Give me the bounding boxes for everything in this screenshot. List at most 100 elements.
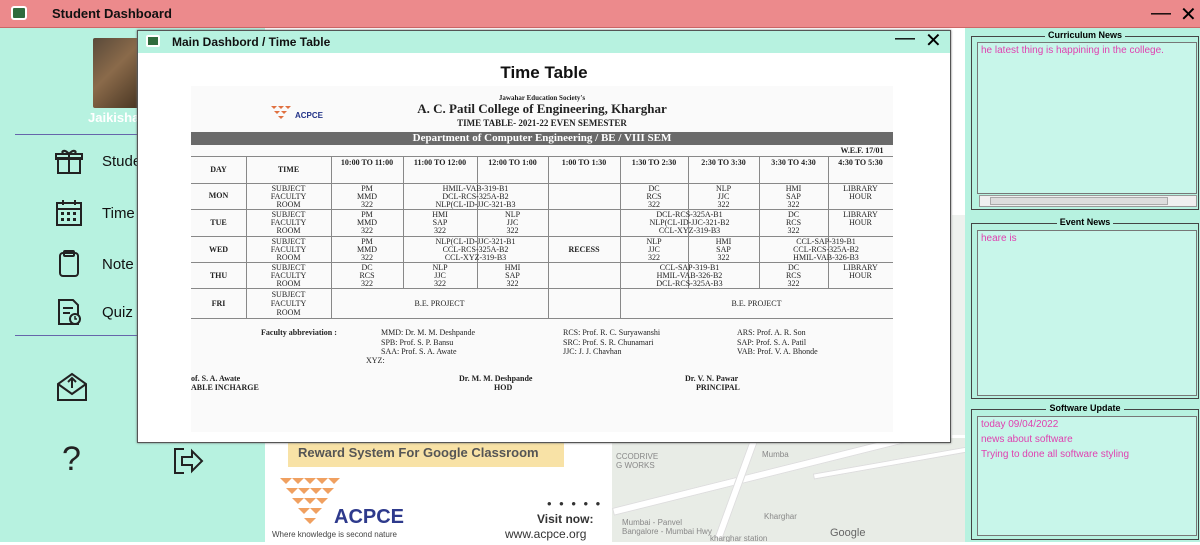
tt-cell: HOUR (849, 271, 872, 280)
sidebar-item-label: Time (102, 204, 135, 222)
visit-label: Visit now: (537, 512, 594, 526)
map-edge (952, 215, 965, 435)
slot-header: 1:00 TO 1:30 (561, 158, 607, 167)
software-update-title: Software Update (1046, 403, 1124, 413)
tt-cell: 322 (361, 226, 373, 235)
department-banner: Department of Computer Engineering / BE … (191, 132, 893, 145)
abbr-item: XYZ: (366, 356, 385, 365)
college-logo: ACPCE (271, 106, 324, 120)
abbr-item: MMD: Dr. M. M. Deshpande (381, 328, 475, 337)
calendar-icon (52, 196, 86, 230)
abbr-item: SPB: Prof. S. P. Bansu (381, 338, 454, 347)
map-label: Kharghar (764, 512, 797, 521)
abbr-item: RCS: Prof. R. C. Suryawanshi (563, 328, 661, 337)
day-label: TUE (210, 218, 227, 227)
curriculum-news-line: he latest thing is happining in the coll… (981, 45, 1164, 56)
tt-cell: B.E. PROJECT (731, 299, 782, 308)
abbr-item: SAP: Prof. S. A. Patil (737, 338, 807, 347)
tt-cell: 322 (648, 253, 660, 262)
abbr-item: SRC: Prof. S. R. Chunamari (563, 338, 654, 347)
abbr-item: SAA: Prof. S. A. Awate (381, 347, 457, 356)
map-label: CCODRIVE G WORKS (616, 452, 659, 470)
dialog-close-button[interactable]: ✕ (925, 28, 942, 53)
acpce-logo: ACPCE Where knowledge is second nature (272, 472, 422, 540)
row-label: ROOM (276, 308, 301, 317)
timetable-dialog: Main Dashbord / Time Table — ✕ Time Tabl… (137, 27, 951, 443)
tt-cell: HMIL-VAB-326-B3 (793, 253, 859, 262)
tt-cell: 322 (787, 226, 800, 235)
tt-cell: 322 (434, 279, 446, 288)
slot-header: 11:00 TO 12:00 (413, 158, 467, 167)
note-icon (52, 247, 86, 281)
tt-cell: HOUR (849, 192, 872, 201)
horizontal-scrollbar[interactable] (979, 195, 1197, 207)
tt-cell: B.E. PROJECT (414, 299, 465, 308)
tt-cell: 322 (434, 226, 446, 235)
sidebar-item-label: Stude (102, 152, 142, 170)
tt-cell: 322 (506, 226, 519, 235)
row-label: ROOM (276, 200, 301, 209)
software-update-line: news about software (981, 434, 1073, 445)
tt-cell: CCL-XYZ-319-B3 (444, 253, 507, 262)
quiz-icon (52, 295, 86, 329)
event-news-title: Event News (1056, 217, 1114, 227)
slot-header: 4:30 TO 5:30 (838, 158, 883, 167)
logout-icon[interactable] (172, 445, 204, 477)
map-label: Mumbai - Panvel Bangalore - Mumbai Hwy (622, 518, 712, 536)
map-label: Mumba (762, 450, 789, 459)
tt-cell: 322 (787, 200, 800, 209)
dots-decoration: • • • • • (547, 496, 603, 511)
window-titlebar: Student Dashboard — ✕ (0, 0, 1200, 28)
dialog-icon (146, 35, 160, 47)
tt-cell: 322 (506, 279, 519, 288)
reward-banner[interactable]: Reward System For Google Classroom (288, 440, 564, 467)
dialog-heading: Time Table (500, 63, 588, 82)
svg-text:ACPCE: ACPCE (295, 111, 324, 120)
software-update-line: Trying to done all software styling (981, 449, 1130, 460)
row-label: ROOM (276, 279, 301, 288)
tt-cell: DCL-RCS-325A-B3 (656, 279, 723, 288)
signatory-role: HOD (494, 383, 513, 392)
mail-icon[interactable] (55, 370, 89, 404)
tt-cell: CCL-XYZ-319-B3 (658, 226, 721, 235)
user-name: Jaikisha (88, 110, 140, 125)
dialog-minimize-button[interactable]: — (895, 27, 915, 50)
row-label: SUBJECT (271, 290, 306, 299)
window-title: Student Dashboard (52, 6, 172, 21)
sidebar-item-label: Quiz (102, 303, 133, 321)
tt-cell: 322 (361, 200, 373, 209)
day-label: MON (208, 191, 229, 200)
software-update-text[interactable]: today 09/04/2022 news about software Try… (977, 416, 1197, 536)
signatory-role: PRINCIPAL (696, 383, 740, 392)
website-link[interactable]: www.acpce.org (505, 527, 586, 541)
day-label: THU (209, 271, 228, 280)
day-header: DAY (210, 165, 227, 174)
close-button[interactable]: ✕ (1180, 2, 1197, 27)
software-update-line: today 09/04/2022 (981, 419, 1059, 430)
tt-cell: NLP(CL-ID-JJC-321-B3 (435, 200, 516, 209)
tt-cell: 322 (787, 279, 800, 288)
event-news-text[interactable]: heare is (977, 230, 1197, 396)
signatory-name: of. S. A. Awate (191, 374, 241, 383)
abbr-item: JJC: J. J. Chavhan (563, 347, 622, 356)
row-label: ROOM (276, 226, 301, 235)
recess-label: RECESS (568, 245, 600, 254)
curriculum-news-text[interactable]: he latest thing is happining in the coll… (977, 42, 1197, 194)
row-label: FACULTY (270, 299, 307, 308)
slot-header: 2:30 TO 3:30 (701, 158, 746, 167)
minimize-button[interactable]: — (1151, 2, 1171, 25)
signatory-name: Dr. M. M. Deshpande (459, 374, 533, 383)
dialog-titlebar: Main Dashbord / Time Table — ✕ (138, 27, 950, 53)
slot-header: 12:00 TO 1:00 (488, 158, 537, 167)
map-view[interactable]: CCODRIVE G WORKS Mumbai - Panvel Bangalo… (612, 438, 965, 542)
time-header: TIME (277, 165, 300, 174)
abbr-item: VAB: Prof. V. A. Bhonde (737, 347, 818, 356)
slot-header: 10:00 TO 11:00 (340, 158, 394, 167)
wef-label: W.E.F. 17/01 (840, 146, 884, 155)
dialog-title: Main Dashbord / Time Table (172, 35, 331, 49)
tt-cell: 322 (717, 200, 730, 209)
abbr-item: ARS: Prof. A. R. Son (737, 328, 806, 337)
signatory-role: ABLE INCHARGE (191, 383, 259, 392)
tt-cell: 322 (717, 253, 730, 262)
help-button[interactable]: ? (62, 440, 81, 479)
